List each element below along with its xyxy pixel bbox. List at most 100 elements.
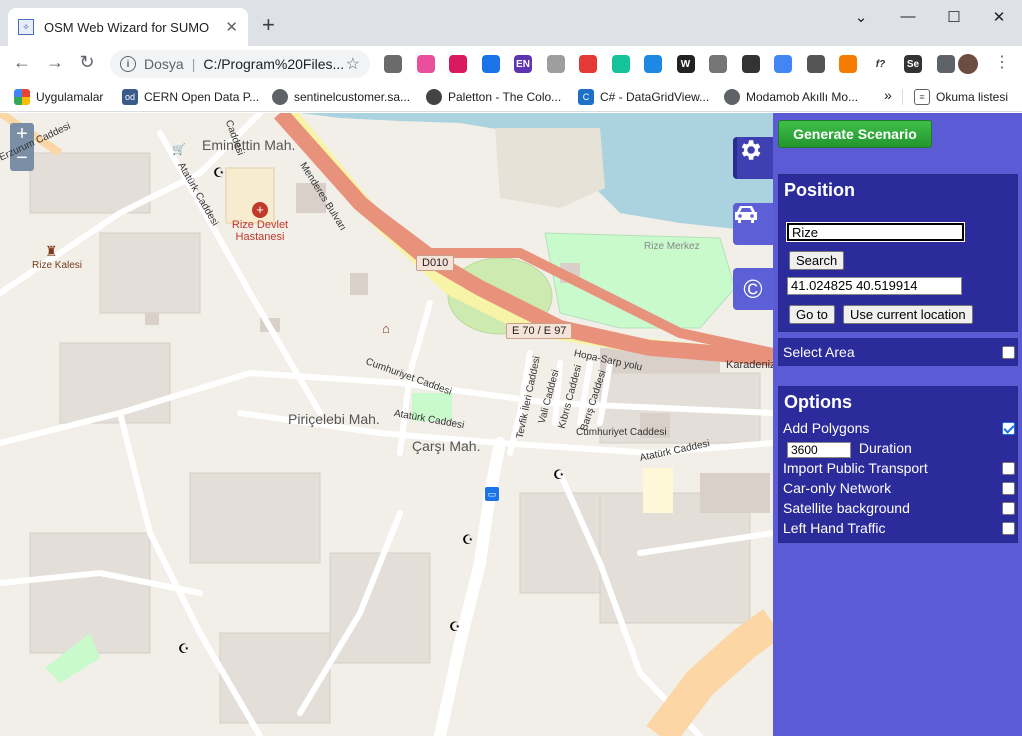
position-box: Position Rize Search 41.024825 40.519914… [778, 174, 1018, 332]
bus-stop-icon: ▭ [485, 487, 499, 501]
satellite-checkbox[interactable] [1002, 502, 1015, 515]
import-pt-label: Import Public Transport [783, 460, 928, 476]
ext-4[interactable] [481, 55, 500, 73]
port-area [495, 128, 605, 208]
bookmark-csharp[interactable]: C C# - DataGridView... [578, 89, 709, 105]
info-icon[interactable]: i [120, 56, 136, 72]
ext-9[interactable] [644, 55, 662, 73]
power-icon[interactable] [449, 55, 467, 73]
settings-tab[interactable] [733, 137, 773, 179]
bookmark-star-icon[interactable]: ☆ [346, 54, 360, 74]
browser-titlebar: ✧ OSM Web Wizard for SUMO ✕ + ⌄ — ☐ ✕ [0, 0, 1022, 46]
duration-label: Duration [858, 440, 912, 456]
vehicles-tab[interactable] [733, 203, 773, 245]
generate-scenario-button[interactable]: Generate Scenario [778, 120, 932, 148]
en-icon[interactable]: EN [514, 55, 532, 73]
options-box: Options Add Polygons 3600 Duration Impor… [778, 386, 1018, 543]
new-tab-button[interactable]: + [262, 14, 275, 36]
search-button[interactable]: Search [789, 251, 845, 270]
csharp-icon: C [578, 89, 594, 105]
grammarly-icon[interactable] [611, 55, 630, 73]
ext-1[interactable] [384, 55, 402, 73]
label-castle: Rize Kalesi [32, 260, 83, 271]
ext-15[interactable] [839, 55, 857, 73]
car-only-checkbox[interactable] [1002, 482, 1015, 495]
ext-11[interactable] [709, 55, 727, 73]
url-separator: | [191, 56, 196, 72]
menu-kebab-icon[interactable]: ⋮ [990, 52, 1014, 72]
osm-map[interactable]: + − Eminettin Mah. Piriçelebi Mah. Çarşı… [0, 113, 773, 736]
browser-tab[interactable]: ✧ OSM Web Wizard for SUMO ✕ [8, 8, 248, 46]
gear-icon [741, 140, 761, 160]
reading-list-button[interactable]: ≡ Okuma listesi [914, 89, 1008, 105]
label-karadeniz: Karadeniz [726, 359, 773, 371]
profile-avatar[interactable] [958, 54, 978, 74]
search-input[interactable]: Rize [786, 222, 965, 242]
trunk-road-south [646, 609, 773, 736]
car-only-label: Car-only Network [783, 480, 892, 496]
eyedropper-icon[interactable] [806, 55, 825, 73]
go-to-button[interactable]: Go to [789, 305, 835, 324]
selenium-icon[interactable]: Se [904, 55, 922, 73]
bookmark-sentinel[interactable]: sentinelcustomer.sa... [272, 89, 410, 105]
label-hospital: Rize Devlet Hastanesi [231, 219, 289, 243]
import-pt-checkbox[interactable] [1002, 462, 1015, 475]
wikipedia-icon[interactable]: W [676, 55, 695, 73]
add-polygons-row: Add Polygons [783, 420, 1015, 436]
ext-16[interactable]: f? [872, 55, 890, 73]
left-hand-label: Left Hand Traffic [783, 520, 886, 536]
hospital-cross-icon: + [252, 202, 268, 218]
back-arrow-icon[interactable]: ← [10, 52, 34, 73]
address-bar[interactable]: i Dosya | C:/Program%20Files... ☆ [110, 50, 370, 78]
hospital-grounds [225, 167, 275, 224]
bookmark-modamob[interactable]: Modamob Akıllı Mo... [724, 89, 858, 105]
close-window-button[interactable]: ✕ [989, 8, 1009, 26]
bookmarks-divider [902, 89, 903, 105]
mosque-icon: ☪ [449, 619, 461, 634]
apps-grid-icon [14, 89, 30, 105]
tab-search-icon[interactable]: ⌄ [851, 8, 871, 26]
select-area-box: Select Area [778, 338, 1018, 366]
satellite-row: Satellite background [783, 500, 1015, 516]
ext-2[interactable] [416, 55, 435, 73]
duration-input[interactable]: 3600 [787, 442, 851, 458]
select-area-checkbox[interactable] [1002, 346, 1015, 359]
bookmarks-overflow-button[interactable]: » [884, 87, 892, 103]
bookmark-paletton[interactable]: Paletton - The Colo... [426, 89, 561, 105]
monument-icon: ⌂ [382, 321, 390, 336]
label-carsi: Çarşı Mah. [412, 438, 481, 454]
translate-icon[interactable] [774, 55, 792, 73]
url-text[interactable]: C:/Program%20Files... [203, 56, 345, 72]
car-only-row: Car-only Network [783, 480, 1015, 496]
mosque-icon: ☪ [553, 467, 565, 482]
paletton-icon [426, 89, 442, 105]
mosque-icon: ☪ [178, 641, 190, 656]
ext-12[interactable] [741, 55, 760, 73]
url-scheme: Dosya [144, 56, 184, 72]
select-area-row: Select Area [783, 344, 1015, 360]
bookmark-apps[interactable]: Uygulamalar [14, 89, 103, 105]
globe-icon [724, 89, 740, 105]
bookmark-label: sentinelcustomer.sa... [294, 90, 411, 104]
reading-list-icon: ≡ [914, 89, 930, 105]
import-pt-row: Import Public Transport [783, 460, 1015, 476]
ext-6[interactable] [546, 55, 565, 73]
use-current-location-button[interactable]: Use current location [843, 305, 973, 324]
left-hand-checkbox[interactable] [1002, 522, 1015, 535]
maximize-button[interactable]: ☐ [944, 8, 964, 26]
tab-close-icon[interactable]: ✕ [225, 18, 238, 36]
sumo-favicon-icon: ✧ [18, 19, 34, 35]
forward-arrow-icon[interactable]: → [43, 52, 67, 73]
puzzle-icon[interactable] [936, 55, 955, 73]
shop-cart-icon: 🛒 [172, 144, 186, 156]
copyright-icon: © [743, 273, 763, 304]
map-canvas[interactable] [0, 113, 773, 736]
coordinates-input[interactable]: 41.024825 40.519914 [787, 277, 962, 295]
copyright-tab[interactable]: © [733, 268, 773, 310]
stop-icon[interactable] [579, 55, 597, 73]
minimize-button[interactable]: — [898, 8, 918, 25]
bookmarks-bar: Uygulamalar od CERN Open Data P... senti… [0, 82, 1022, 112]
bookmark-cern[interactable]: od CERN Open Data P... [122, 89, 259, 105]
reload-icon[interactable]: ↻ [75, 52, 99, 73]
add-polygons-checkbox[interactable] [1002, 422, 1015, 435]
